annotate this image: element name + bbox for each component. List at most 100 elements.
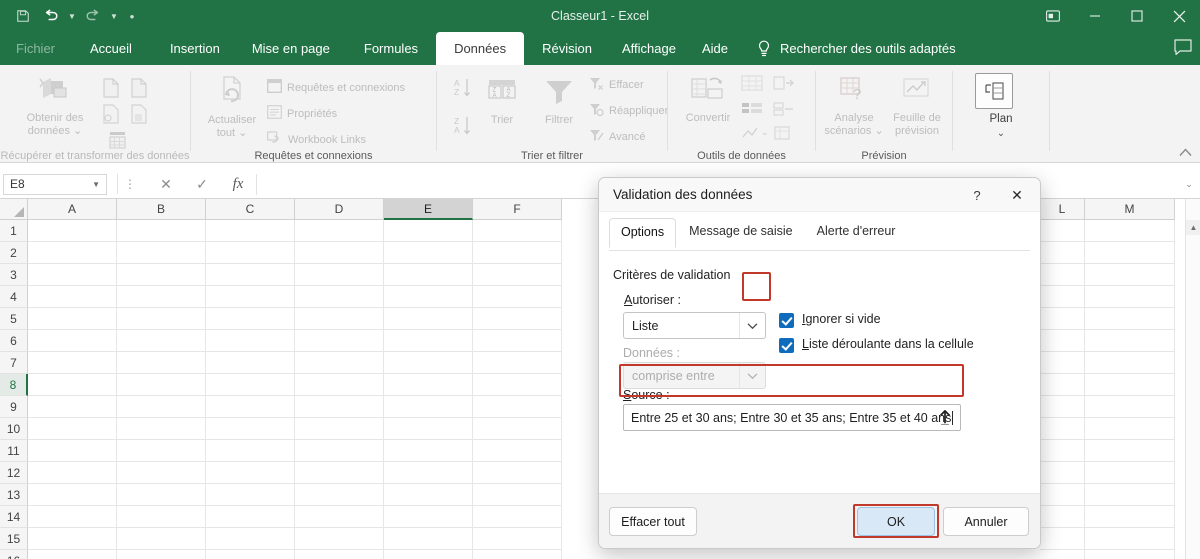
row-header-11[interactable]: 11	[0, 440, 28, 462]
data-dropdown[interactable]: comprise entre	[623, 362, 766, 389]
cell-E8[interactable]	[384, 374, 473, 396]
cell-M7[interactable]	[1085, 352, 1175, 374]
cell-M6[interactable]	[1085, 330, 1175, 352]
cell-E3[interactable]	[384, 264, 473, 286]
cell-A16[interactable]	[28, 550, 117, 559]
cell-B7[interactable]	[117, 352, 206, 374]
properties-button[interactable]: Propriétés	[267, 105, 337, 122]
data-chevron-down-icon[interactable]	[739, 363, 765, 388]
cell-F16[interactable]	[473, 550, 562, 559]
select-all-corner[interactable]	[0, 199, 28, 220]
data-tools-dropdown-icon[interactable]: ⌄	[761, 127, 769, 138]
cell-L3[interactable]	[1040, 264, 1085, 286]
clear-all-button[interactable]: Effacer tout	[609, 507, 697, 536]
cell-B13[interactable]	[117, 484, 206, 506]
cell-D3[interactable]	[295, 264, 384, 286]
remove-duplicates-icon[interactable]	[773, 75, 795, 98]
cell-L4[interactable]	[1040, 286, 1085, 308]
cell-F12[interactable]	[473, 462, 562, 484]
help-icon[interactable]: ?	[966, 185, 988, 205]
cell-L11[interactable]	[1040, 440, 1085, 462]
cell-F14[interactable]	[473, 506, 562, 528]
cell-A11[interactable]	[28, 440, 117, 462]
from-text-csv-icon[interactable]	[100, 77, 122, 104]
cell-E12[interactable]	[384, 462, 473, 484]
cell-L6[interactable]	[1040, 330, 1085, 352]
tell-me-search[interactable]: Rechercher des outils adaptés	[742, 32, 956, 65]
tab-insertion[interactable]: Insertion	[154, 32, 236, 65]
cell-E15[interactable]	[384, 528, 473, 550]
cell-L5[interactable]	[1040, 308, 1085, 330]
cell-F1[interactable]	[473, 220, 562, 242]
cell-M13[interactable]	[1085, 484, 1175, 506]
cell-D6[interactable]	[295, 330, 384, 352]
dialog-tab-alerte-erreur[interactable]: Alerte d'erreur	[806, 218, 907, 248]
cell-L16[interactable]	[1040, 550, 1085, 559]
cell-C5[interactable]	[206, 308, 295, 330]
cell-D10[interactable]	[295, 418, 384, 440]
column-header-A[interactable]: A	[28, 199, 117, 220]
cell-A8[interactable]	[28, 374, 117, 396]
cell-M10[interactable]	[1085, 418, 1175, 440]
sort-az-icon[interactable]: AZ	[453, 77, 473, 104]
row-header-4[interactable]: 4	[0, 286, 28, 308]
row-header-10[interactable]: 10	[0, 418, 28, 440]
cell-M5[interactable]	[1085, 308, 1175, 330]
customize-icon[interactable]: •	[122, 9, 142, 24]
cell-M1[interactable]	[1085, 220, 1175, 242]
cell-B16[interactable]	[117, 550, 206, 559]
tab-affichage[interactable]: Affichage	[610, 32, 688, 65]
cell-C10[interactable]	[206, 418, 295, 440]
cell-M16[interactable]	[1085, 550, 1175, 559]
workbook-links-button[interactable]: Workbook Links	[267, 131, 366, 148]
expand-formula-bar-icon[interactable]: ⌄	[1178, 179, 1200, 190]
cell-C8[interactable]	[206, 374, 295, 396]
cell-C4[interactable]	[206, 286, 295, 308]
chevron-down-icon[interactable]	[739, 313, 765, 338]
cell-F5[interactable]	[473, 308, 562, 330]
ribbon-display-options-icon[interactable]	[1032, 0, 1074, 32]
cell-C9[interactable]	[206, 396, 295, 418]
name-box-dropdown-icon[interactable]: ▼	[92, 180, 100, 189]
redo-icon[interactable]	[80, 4, 106, 28]
cell-M14[interactable]	[1085, 506, 1175, 528]
cell-F9[interactable]	[473, 396, 562, 418]
get-data-button[interactable]: Obtenir des données ⌄	[18, 75, 92, 138]
cell-C2[interactable]	[206, 242, 295, 264]
ok-button[interactable]: OK	[857, 507, 935, 536]
row-header-16[interactable]: 16	[0, 550, 28, 559]
tab-mise-en-page[interactable]: Mise en page	[236, 32, 346, 65]
cell-B1[interactable]	[117, 220, 206, 242]
cell-D1[interactable]	[295, 220, 384, 242]
cell-B5[interactable]	[117, 308, 206, 330]
cell-B8[interactable]	[117, 374, 206, 396]
tab-formules[interactable]: Formules	[346, 32, 436, 65]
column-header-M[interactable]: M	[1085, 199, 1175, 220]
row-header-5[interactable]: 5	[0, 308, 28, 330]
dialog-close-icon[interactable]: ✕	[1004, 183, 1030, 207]
source-input[interactable]: Entre 25 et 30 ans; Entre 30 et 35 ans; …	[623, 404, 961, 431]
cell-L12[interactable]	[1040, 462, 1085, 484]
advanced-filter-button[interactable]: Avancé	[589, 128, 646, 145]
column-header-D[interactable]: D	[295, 199, 384, 220]
cell-B3[interactable]	[117, 264, 206, 286]
formula-bar-grip[interactable]: ⋮	[124, 177, 136, 191]
cell-A12[interactable]	[28, 462, 117, 484]
cell-E10[interactable]	[384, 418, 473, 440]
tab-aide[interactable]: Aide	[688, 32, 742, 65]
cell-E6[interactable]	[384, 330, 473, 352]
cell-M12[interactable]	[1085, 462, 1175, 484]
collapse-ribbon-icon[interactable]	[1179, 148, 1192, 160]
recent-sources-icon[interactable]	[128, 103, 150, 130]
cell-B11[interactable]	[117, 440, 206, 462]
cell-A10[interactable]	[28, 418, 117, 440]
consolidate-icon[interactable]	[773, 101, 795, 124]
save-icon[interactable]	[10, 4, 36, 28]
cell-A3[interactable]	[28, 264, 117, 286]
cell-C3[interactable]	[206, 264, 295, 286]
manage-data-model-icon[interactable]	[773, 125, 791, 146]
maximize-icon[interactable]	[1116, 0, 1158, 32]
reapply-button[interactable]: Réappliquer	[589, 102, 668, 119]
plan-dropdown-icon[interactable]: ⌄	[953, 128, 1049, 139]
cell-C7[interactable]	[206, 352, 295, 374]
